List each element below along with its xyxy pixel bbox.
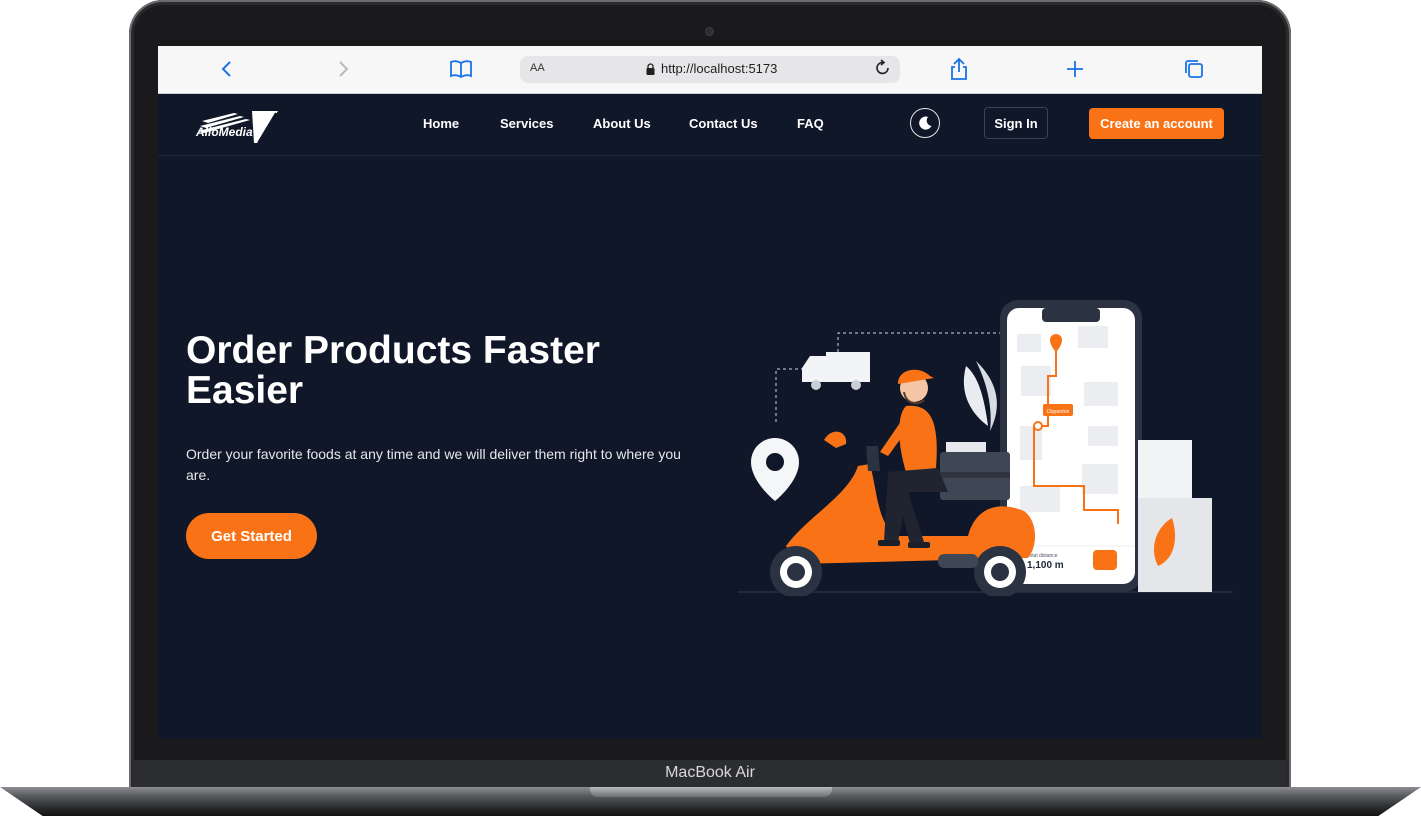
hero-title: Order Products Faster Easier — [186, 329, 600, 412]
camera — [706, 28, 713, 35]
map-pin-icon — [751, 438, 799, 501]
delivery-illustration: Clipperton Total distance 1,100 m — [738, 300, 1233, 596]
browser-window: AA http://localhost:5173 AlloMedia Home … — [158, 46, 1262, 739]
theme-toggle-button[interactable] — [910, 108, 940, 138]
laptop-notch — [590, 787, 832, 797]
chevron-left-icon[interactable] — [216, 56, 236, 82]
nav-link-contact-us[interactable]: Contact Us — [689, 116, 758, 131]
nav-link-about-us[interactable]: About Us — [593, 116, 651, 131]
get-started-button[interactable]: Get Started — [186, 513, 317, 559]
browser-toolbar: AA http://localhost:5173 — [158, 46, 1262, 94]
map-tag: Clipperton — [1047, 409, 1070, 415]
lock-icon — [646, 63, 655, 75]
url-text[interactable]: http://localhost:5173 — [661, 61, 777, 76]
address-bar[interactable]: AA http://localhost:5173 — [520, 56, 900, 83]
logo-text: AlloMedia — [196, 125, 253, 139]
reload-icon[interactable] — [875, 59, 891, 82]
nav-link-faq[interactable]: FAQ — [797, 116, 824, 131]
laptop-chin: MacBook Air — [134, 760, 1286, 790]
sign-in-button[interactable]: Sign In — [984, 107, 1048, 139]
book-icon[interactable] — [448, 56, 474, 82]
moon-icon — [919, 116, 932, 130]
chevron-right-icon[interactable] — [334, 56, 354, 82]
site-navbar: AlloMedia Home Services About Us Contact… — [158, 93, 1262, 156]
truck-icon — [802, 352, 870, 390]
delivery-rider — [878, 369, 948, 548]
nav-link-home[interactable]: Home — [423, 116, 459, 131]
plus-icon[interactable] — [1064, 56, 1086, 82]
distance-label: Total distance — [1027, 553, 1058, 559]
create-account-button[interactable]: Create an account — [1089, 108, 1224, 139]
hero-subtitle: Order your favorite foods at any time an… — [186, 446, 681, 483]
tabs-icon[interactable] — [1183, 56, 1205, 82]
distance-value: 1,100 m — [1027, 560, 1064, 571]
device-label: MacBook Air — [665, 764, 755, 781]
share-icon[interactable] — [948, 56, 970, 82]
nav-link-services[interactable]: Services — [500, 116, 554, 131]
text-size-button[interactable]: AA — [530, 62, 545, 74]
